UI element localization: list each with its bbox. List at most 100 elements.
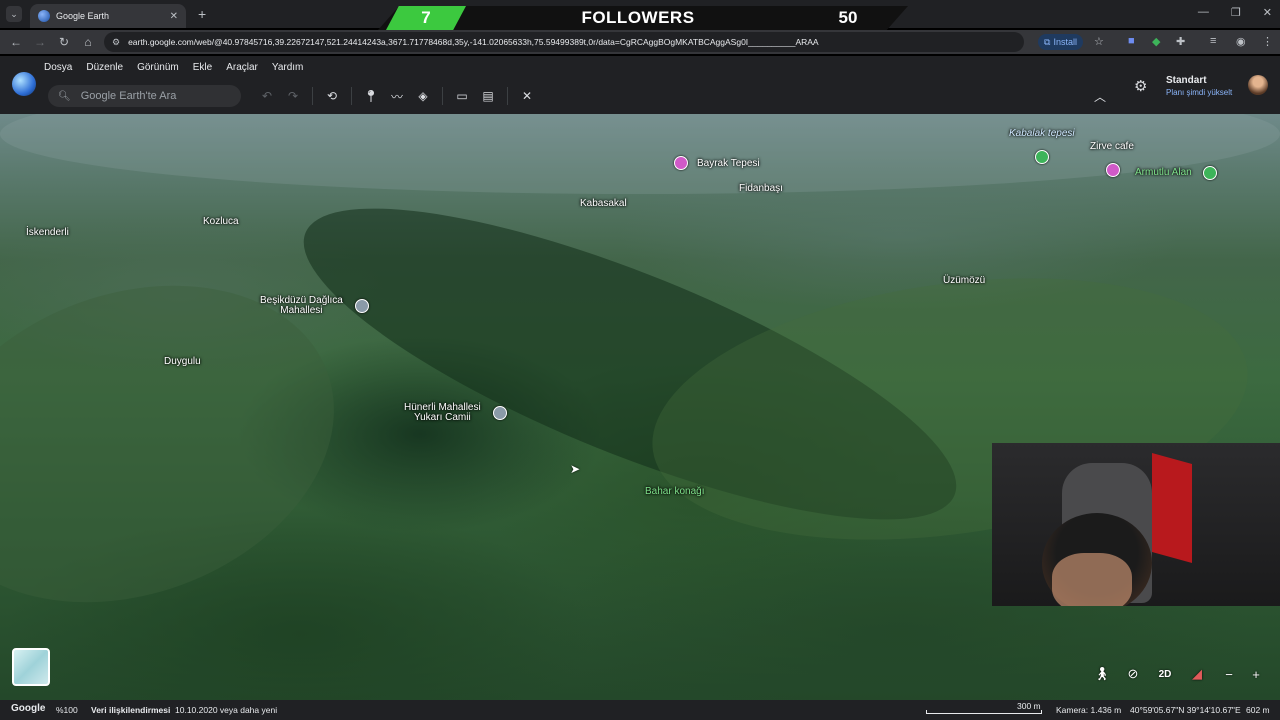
zoom-level: %100 (56, 705, 78, 715)
extension-blue-icon[interactable]: ■ (1128, 35, 1135, 47)
landmark-pin-icon[interactable] (1106, 163, 1120, 177)
map-label-armutlu-alan[interactable]: Armutlu Alan (1135, 168, 1192, 178)
data-attribution-link[interactable]: Veri ilişkilendirmesi (91, 705, 170, 715)
cursor-coordinates: 40°59'05.67"N 39°14'10.67"E (1130, 705, 1241, 715)
menu-gorunum[interactable]: Görünüm (137, 62, 179, 73)
elevation: 602 m (1246, 705, 1270, 715)
reading-list-icon[interactable]: ≡ (1210, 35, 1216, 47)
imagery-date: 10.10.2020 veya daha yeni (175, 705, 278, 715)
google-earth-favicon-icon (38, 10, 50, 22)
install-app-button[interactable]: ⧉ Install (1038, 34, 1083, 50)
mouse-cursor-icon: ➤ (570, 462, 581, 476)
menu-dosya[interactable]: Dosya (44, 62, 72, 73)
tools-icon[interactable]: ✕ (514, 87, 540, 105)
upgrade-plan-link[interactable]: Planı şimdi yükselt (1166, 88, 1232, 97)
layers-icon[interactable]: ◈ (410, 87, 436, 105)
peak-pin-icon[interactable] (1035, 150, 1049, 164)
earth-toolbar: ↶ ↷ ⟲ 📍︎ 〰 ◈ ▭ ▤ ✕ (254, 87, 540, 105)
pegman-icon[interactable]: 🚶︎ (1090, 662, 1114, 686)
search-box[interactable]: 🔍︎ (48, 85, 241, 107)
map-label-kabasakal[interactable]: Kabasakal (580, 199, 627, 209)
earth-header: Dosya Düzenle Görünüm Ekle Araçlar Yardı… (0, 56, 1280, 114)
install-label: Install (1053, 37, 1077, 47)
mosque-pin-icon[interactable] (355, 299, 369, 313)
install-icon: ⧉ (1044, 36, 1051, 47)
tab-title: Google Earth (56, 11, 110, 21)
search-input[interactable] (80, 90, 231, 102)
extension-shield-icon[interactable]: ◆ (1152, 35, 1160, 48)
close-window-icon[interactable]: ✕ (1263, 6, 1272, 19)
url-text: earth.google.com/web/@40.97845716,39.226… (128, 37, 819, 47)
history-icon[interactable]: ⟲ (319, 87, 345, 105)
toggle-2d-button[interactable]: 2D (1153, 662, 1177, 686)
map-label-kozluca[interactable]: Kozluca (203, 217, 239, 227)
camera-altitude: Kamera: 1.436 m (1056, 705, 1122, 715)
map-label-kabalak-tepesi[interactable]: Kabalak tepesi (1009, 129, 1075, 139)
window-controls: — ❐ ✕ (1198, 6, 1272, 19)
tab-search-button[interactable]: ⌄ (6, 6, 22, 22)
bookmark-star-icon[interactable]: ☆ (1094, 35, 1104, 48)
red-flag (1152, 453, 1192, 563)
chart-icon[interactable]: ▤ (475, 87, 501, 105)
undo-icon[interactable]: ↶ (254, 87, 280, 105)
followers-goal-count: 50 (838, 8, 858, 27)
measure-icon[interactable]: ▭ (449, 87, 475, 105)
user-avatar[interactable] (1248, 75, 1268, 95)
map-label-uzumozu[interactable]: Üzümözü (943, 276, 985, 286)
map-label-fidanbasi[interactable]: Fidanbaşı (739, 184, 783, 194)
hide-buildings-icon[interactable]: ⊘ (1121, 662, 1145, 686)
mosque-pin-icon[interactable] (493, 406, 507, 420)
followers-overlay: 7 FOLLOWERS 50 (378, 6, 908, 30)
path-icon[interactable]: 〰 (384, 87, 410, 105)
collapse-chevron-icon[interactable]: ︿ (1094, 88, 1106, 105)
profile-avatar-icon[interactable]: ◉ (1236, 35, 1246, 48)
back-icon[interactable]: ← (4, 35, 28, 49)
status-bar: Google %100 Veri ilişkilendirmesi 10.10.… (0, 700, 1280, 720)
earth-3d-map-view[interactable]: İskenderli Kozluca Beşikdüzü Dağlıca Mah… (0, 114, 1280, 700)
map-label-besikduzu[interactable]: Beşikdüzü Dağlıca Mahallesi (260, 296, 343, 316)
google-earth-logo-icon[interactable] (12, 72, 36, 96)
map-label-duygulu[interactable]: Duygulu (164, 357, 201, 367)
search-icon: 🔍︎ (58, 90, 71, 102)
address-bar[interactable]: ⚙ earth.google.com/web/@40.97845716,39.2… (104, 32, 1024, 52)
webcam-overlay (992, 443, 1280, 606)
map-label-zirve-cafe[interactable]: Zirve cafe (1090, 142, 1134, 152)
browser-toolbar: ← → ↻ ⌂ ⚙ earth.google.com/web/@40.97845… (0, 30, 1280, 54)
peak-pin-icon[interactable] (1203, 166, 1217, 180)
followers-label: FOLLOWERS (581, 8, 695, 27)
map-label-bahar-konagi[interactable]: Bahar konağı (645, 487, 705, 497)
zoom-out-icon[interactable]: − (1217, 662, 1241, 686)
menu-yardim[interactable]: Yardım (272, 62, 304, 73)
settings-gear-icon[interactable]: ⚙ (1134, 77, 1147, 95)
home-icon[interactable]: ⌂ (76, 35, 100, 49)
zoom-in-icon[interactable]: + (1244, 662, 1268, 686)
horizon-haze (0, 114, 1280, 194)
menu-duzenle[interactable]: Düzenle (86, 62, 123, 73)
site-info-icon[interactable]: ⚙ (112, 37, 120, 48)
browser-tab[interactable]: Google Earth ✕ (30, 4, 186, 28)
google-logo: Google (11, 703, 46, 714)
redo-icon[interactable]: ↷ (280, 87, 306, 105)
forward-icon[interactable]: → (28, 35, 52, 49)
compass-icon[interactable]: ◢ (1185, 662, 1209, 686)
scale-label: 300 m (1017, 701, 1041, 711)
map-label-iskenderli[interactable]: İskenderli (26, 228, 69, 238)
menu-araclar[interactable]: Araçlar (226, 62, 258, 73)
map-style-thumbnail[interactable] (12, 648, 50, 686)
account-info[interactable]: Standart Planı şimdi yükselt (1166, 75, 1232, 97)
followers-current-count: 7 (421, 8, 431, 27)
map-label-bayrak-tepesi[interactable]: Bayrak Tepesi (697, 159, 760, 169)
menu-bar: Dosya Düzenle Görünüm Ekle Araçlar Yardı… (44, 62, 303, 73)
map-label-hunerli[interactable]: Hünerli Mahallesi Yukarı Camii (404, 403, 481, 423)
placemark-icon[interactable]: 📍︎ (358, 87, 384, 105)
extensions-puzzle-icon[interactable]: ✚ (1176, 35, 1185, 48)
restore-icon[interactable]: ❐ (1231, 6, 1241, 19)
new-tab-button[interactable]: + (198, 6, 206, 22)
account-plan-name: Standart (1166, 75, 1207, 86)
browser-menu-icon[interactable]: ⋮ (1262, 35, 1273, 48)
minimize-icon[interactable]: — (1198, 6, 1209, 19)
close-tab-icon[interactable]: ✕ (170, 11, 178, 22)
landmark-pin-icon[interactable] (674, 156, 688, 170)
menu-ekle[interactable]: Ekle (193, 62, 212, 73)
reload-icon[interactable]: ↻ (52, 35, 76, 49)
